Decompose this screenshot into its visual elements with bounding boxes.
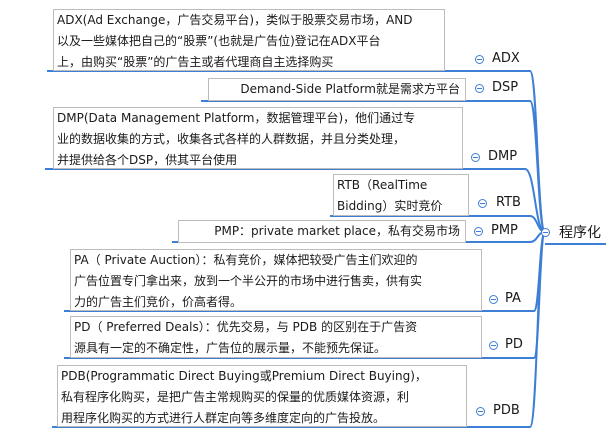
collapse-adx-icon[interactable] [475,55,484,64]
root-topic[interactable]: 程序化 [559,225,601,241]
collapse-dsp-icon[interactable] [475,84,484,93]
collapse-pmp-icon[interactable] [474,227,483,236]
collapse-pdb-icon[interactable] [476,407,485,416]
topic-pd[interactable]: PD [505,337,523,353]
topic-adx[interactable]: ADX [492,51,520,67]
note-rtb: RTB（RealTime Bidding）实时竞价 [333,174,469,216]
topic-dmp[interactable]: DMP [488,149,517,165]
note-pd: PD（ Preferred Deals）：优先交易，与 PDB 的区别在于广告资… [70,316,482,358]
collapse-root-icon[interactable] [541,228,550,237]
collapse-pd-icon[interactable] [489,341,498,350]
connector-pdb [529,231,546,428]
topic-pdb[interactable]: PDB [493,403,520,419]
note-pmp: PMP：private market place，私有交易市场 [178,220,466,243]
topic-pa[interactable]: PA [505,291,521,307]
topic-pmp[interactable]: PMP [491,223,518,239]
collapse-dmp-icon[interactable] [471,153,480,162]
note-adx: ADX(Ad Exchange，广告交易平台)，类似于股票交易市场，AND 以及… [53,9,445,71]
topic-rtb[interactable]: RTB [496,195,521,211]
note-pdb: PDB(Programmatic Direct Buying或Premium D… [57,365,467,427]
collapse-rtb-icon[interactable] [478,199,487,208]
note-pa: PA（ Private Auction）：私有竞价，媒体把较受广告主们欢迎的 广… [70,249,482,311]
topic-dsp[interactable]: DSP [492,80,518,96]
note-dmp: DMP(Data Management Platform，数据管理平台)，他们通… [53,107,463,169]
note-dsp: Demand-Side Platform就是需求方平台 [208,78,466,101]
collapse-pa-icon[interactable] [489,295,498,304]
